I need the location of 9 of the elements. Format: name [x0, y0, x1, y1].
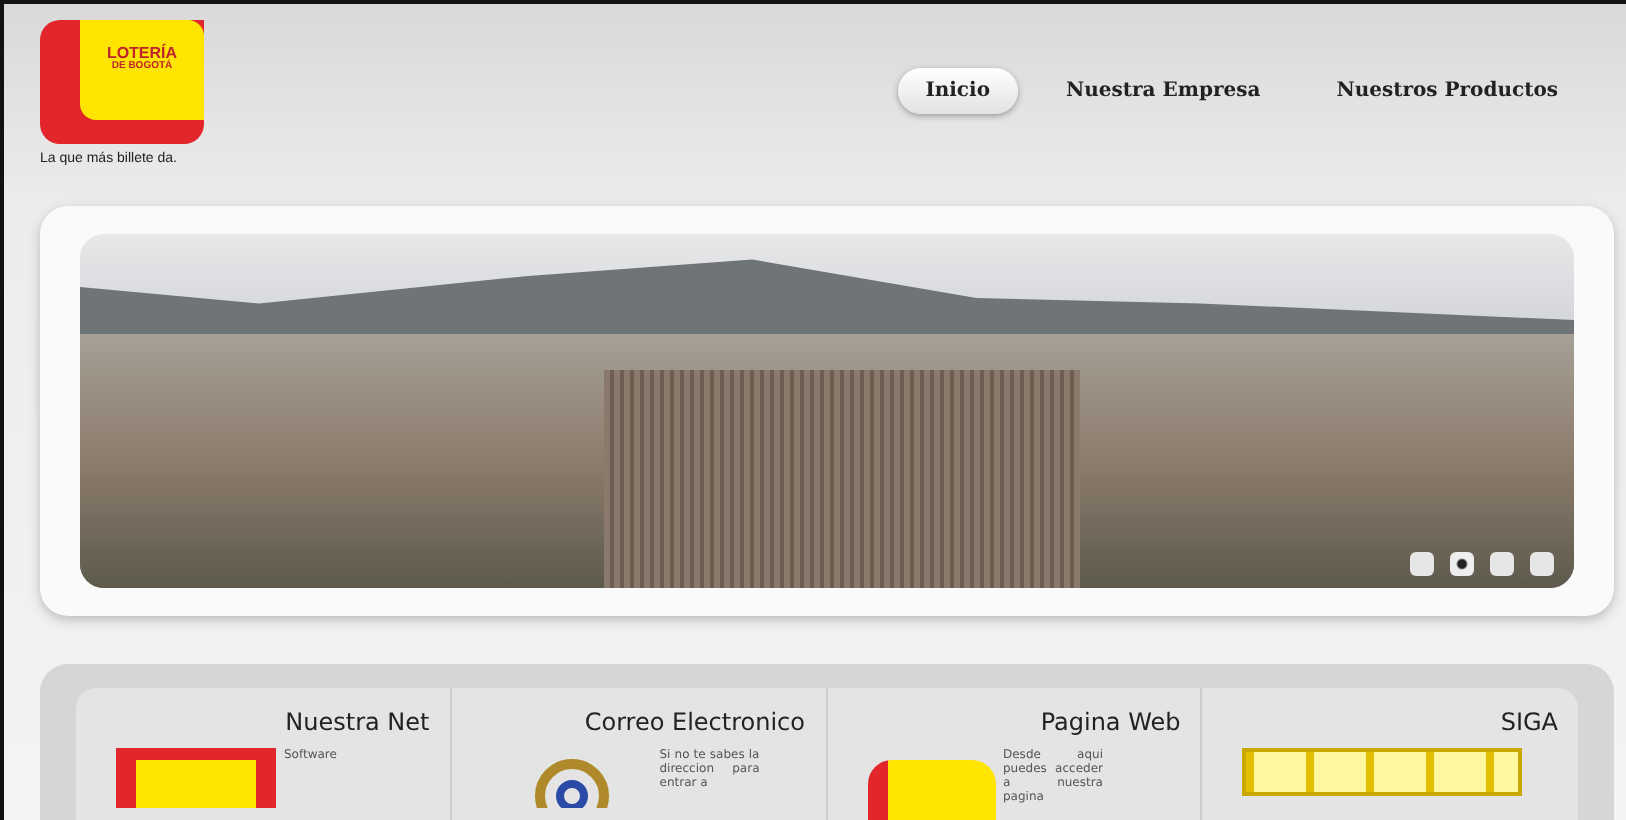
logo-text: LOTERÍA: [106, 46, 178, 62]
section-title: SIGA: [1500, 708, 1558, 736]
nav-link[interactable]: Inicio: [897, 68, 1018, 114]
nav-link[interactable]: Nuestros Productos: [1308, 68, 1586, 114]
logo-thumbnail: [867, 760, 995, 820]
nav-link[interactable]: Nuestra Empresa: [1038, 68, 1289, 114]
section-title: Nuestra Net: [285, 708, 430, 736]
section-title: Pagina Web: [1040, 708, 1181, 736]
section-title: Correo Electronico: [584, 708, 805, 736]
